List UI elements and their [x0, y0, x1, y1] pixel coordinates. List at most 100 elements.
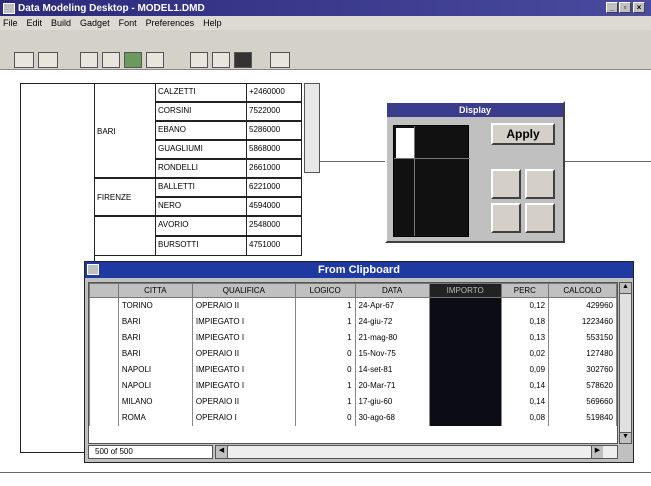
column-header-perc[interactable]: PERC: [500, 283, 550, 298]
clipboard-horizontal-scrollbar[interactable]: ◀ ▶: [215, 445, 618, 459]
table-cell[interactable]: 24-giu-72: [354, 313, 430, 330]
table-cell[interactable]: 578620: [548, 377, 617, 394]
table-cell[interactable]: 0,14: [500, 393, 550, 410]
table-cell[interactable]: BARI: [117, 313, 193, 330]
table-cell[interactable]: NAPOLI: [117, 377, 193, 394]
table-cell[interactable]: [428, 313, 502, 330]
table-cell[interactable]: BARI: [117, 329, 193, 346]
table-cell[interactable]: OPERAIO I: [191, 409, 296, 426]
table-cell[interactable]: TORINO: [117, 297, 193, 314]
column-header-qualifica[interactable]: QUALIFICA: [191, 283, 296, 298]
maximize-button[interactable]: ▫: [619, 2, 631, 13]
table-cell[interactable]: 17-giu-60: [354, 393, 430, 410]
table-cell[interactable]: [428, 377, 502, 394]
column-header-importo[interactable]: IMPORTO: [428, 283, 502, 298]
table-cell[interactable]: 0: [294, 409, 356, 426]
table-cell[interactable]: 127480: [548, 345, 617, 362]
table-cell[interactable]: MILANO: [117, 393, 193, 410]
table-cell[interactable]: OPERAIO II: [191, 393, 296, 410]
menu-build[interactable]: Build: [51, 18, 71, 28]
scroll-down-icon[interactable]: ▼: [620, 432, 631, 443]
table-cell[interactable]: 20-Mar-71: [354, 377, 430, 394]
view-tool-icon[interactable]: [38, 52, 58, 68]
table-row[interactable]: MILANO OPERAIO II 1 17-giu-60 0,14 569660: [89, 393, 617, 410]
scroll-right-icon[interactable]: ▶: [591, 446, 603, 458]
table-cell[interactable]: 0: [294, 345, 356, 362]
table-cell[interactable]: 0,02: [500, 345, 550, 362]
minimize-button[interactable]: _: [606, 2, 618, 13]
layout-grid-icon[interactable]: [491, 169, 521, 199]
table-cell[interactable]: IMPIEGATO I: [191, 377, 296, 394]
table-cell[interactable]: 429960: [548, 297, 617, 314]
table-cell[interactable]: 0,12: [500, 297, 550, 314]
menu-font[interactable]: Font: [119, 18, 137, 28]
row-selector[interactable]: [89, 409, 119, 426]
row-selector[interactable]: [89, 329, 119, 346]
clipboard-vertical-scrollbar[interactable]: ▲ ▼: [619, 282, 632, 444]
menu-help[interactable]: Help: [203, 18, 222, 28]
table-cell[interactable]: IMPIEGATO I: [191, 361, 296, 378]
column-header-data[interactable]: DATA: [354, 283, 430, 298]
table-cell[interactable]: 15-Nov-75: [354, 345, 430, 362]
table-cell[interactable]: 0,13: [500, 329, 550, 346]
table-cell[interactable]: 30-ago-68: [354, 409, 430, 426]
table-cell[interactable]: ROMA: [117, 409, 193, 426]
table-row[interactable]: BARI IMPIEGATO I 1 21-mag-80 0,13 553150: [89, 329, 617, 346]
fill-tool-icon[interactable]: [124, 52, 142, 68]
table-cell[interactable]: 0,09: [500, 361, 550, 378]
table-cell[interactable]: IMPIEGATO I: [191, 329, 296, 346]
table-row[interactable]: BARI IMPIEGATO I 1 24-giu-72 0,18 1223460: [89, 313, 617, 330]
table-cell[interactable]: 21-mag-80: [354, 329, 430, 346]
table-cell[interactable]: OPERAIO II: [191, 345, 296, 362]
clipboard-window-icon[interactable]: [87, 264, 99, 275]
report-vertical-scrollbar[interactable]: [304, 83, 320, 173]
app-icon[interactable]: [3, 2, 15, 14]
table-cell[interactable]: [428, 345, 502, 362]
table-cell[interactable]: 14-set-81: [354, 361, 430, 378]
table-cell[interactable]: 553150: [548, 329, 617, 346]
apply-button[interactable]: Apply: [491, 123, 555, 145]
grid-tool-icon[interactable]: [234, 52, 252, 68]
table-cell[interactable]: 0,08: [500, 409, 550, 426]
table-cell[interactable]: 519840: [548, 409, 617, 426]
close-button[interactable]: ×: [633, 2, 645, 13]
row-selector[interactable]: [89, 393, 119, 410]
layout-columns-icon[interactable]: [525, 169, 555, 199]
box-tool-icon[interactable]: [102, 52, 120, 68]
sum-tool-icon[interactable]: [146, 52, 164, 68]
table-cell[interactable]: [428, 393, 502, 410]
frame-tool-icon[interactable]: [80, 52, 98, 68]
table-cell[interactable]: 1: [294, 313, 356, 330]
table-cell[interactable]: NAPOLI: [117, 361, 193, 378]
table-cell[interactable]: [428, 297, 502, 314]
table-cell[interactable]: BARI: [117, 345, 193, 362]
row-selector[interactable]: [89, 377, 119, 394]
copy-tool-icon[interactable]: [14, 52, 34, 68]
column-header-citta[interactable]: CITTA: [117, 283, 193, 298]
table-cell[interactable]: 1: [294, 393, 356, 410]
table-cell[interactable]: 569660: [548, 393, 617, 410]
table-row[interactable]: ROMA OPERAIO I 0 30-ago-68 0,08 519840: [89, 409, 617, 426]
table-cell[interactable]: 1: [294, 329, 356, 346]
column-header-calcolo[interactable]: CALCOLO: [548, 283, 617, 298]
table-cell[interactable]: 0,18: [500, 313, 550, 330]
table-row[interactable]: TORINO OPERAIO II 1 24-Apr-67 0,12 429960: [89, 297, 617, 314]
table-row[interactable]: BARI OPERAIO II 0 15-Nov-75 0,02 127480: [89, 345, 617, 362]
table-cell[interactable]: [428, 329, 502, 346]
pencil-tool-icon[interactable]: [190, 52, 208, 68]
table-cell[interactable]: 0: [294, 361, 356, 378]
table-cell[interactable]: 1223460: [548, 313, 617, 330]
menu-gadget[interactable]: Gadget: [80, 18, 110, 28]
table-cell[interactable]: 0,14: [500, 377, 550, 394]
scroll-left-icon[interactable]: ◀: [216, 446, 228, 458]
scroll-up-icon[interactable]: ▲: [620, 283, 631, 294]
table-cell[interactable]: 1: [294, 377, 356, 394]
row-selector[interactable]: [89, 313, 119, 330]
table-row[interactable]: NAPOLI IMPIEGATO I 0 14-set-81 0,09 302760: [89, 361, 617, 378]
table-cell[interactable]: 1: [294, 297, 356, 314]
menu-preferences[interactable]: Preferences: [146, 18, 195, 28]
table-cell[interactable]: OPERAIO II: [191, 297, 296, 314]
table-cell[interactable]: IMPIEGATO I: [191, 313, 296, 330]
table-cell[interactable]: [428, 361, 502, 378]
table-cell[interactable]: 24-Apr-67: [354, 297, 430, 314]
